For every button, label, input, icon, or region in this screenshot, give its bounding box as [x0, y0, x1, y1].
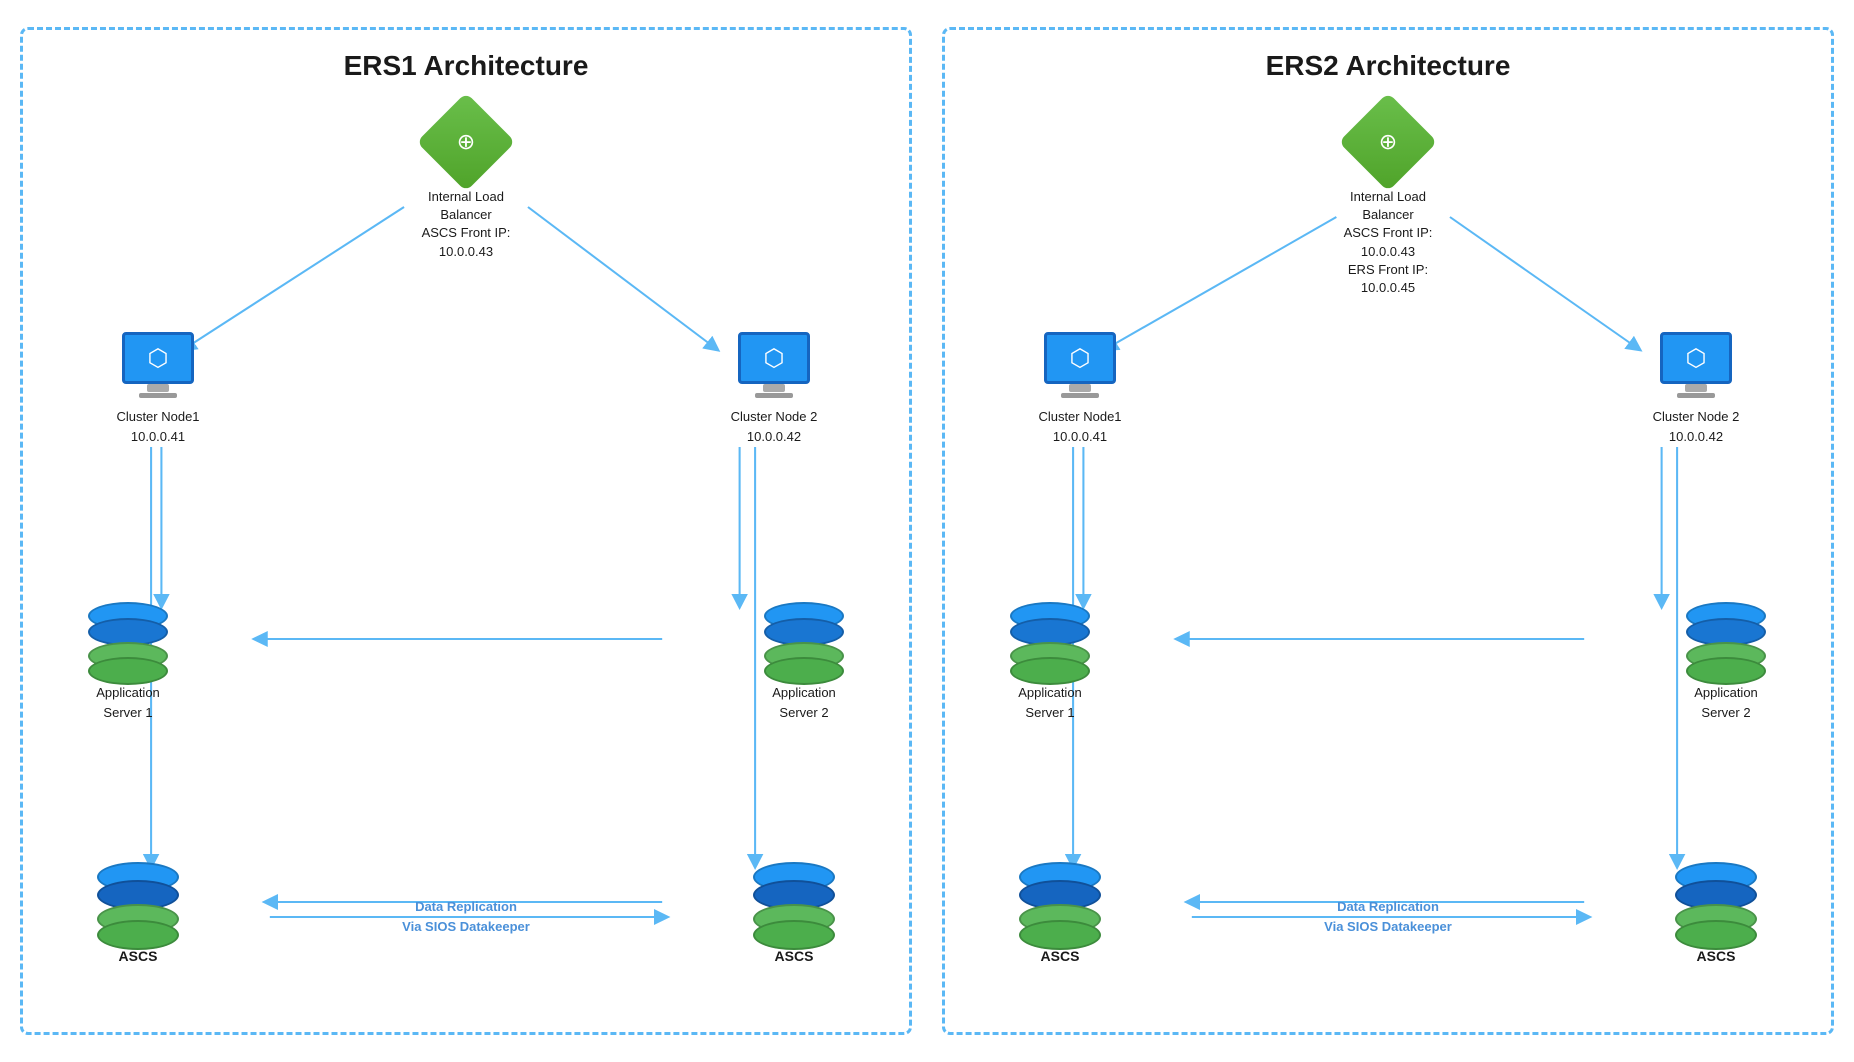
ers1-cluster-node2: ⬡ Cluster Node 2 10.0.0.42: [709, 332, 839, 446]
ers2-app-server1: ApplicationServer 1: [985, 602, 1115, 722]
ers2-box: ERS2 Architecture: [942, 27, 1834, 1035]
ers2-app1-icon: [1005, 602, 1095, 677]
ers2-node1-icon: ⬡: [1040, 332, 1120, 402]
ers1-cluster-node1: ⬡ Cluster Node1 10.0.0.41: [93, 332, 223, 446]
ers2-ascs2-icon: [1671, 862, 1761, 942]
page-wrapper: ERS1 Architecture: [20, 27, 1834, 1035]
ers1-ascs1-icon: [93, 862, 183, 942]
ers1-app-server1: ApplicationServer 1: [63, 602, 193, 722]
ers2-ascs1-icon: [1015, 862, 1105, 942]
ers2-data-rep-label: Data ReplicationVia SIOS Datakeeper: [1318, 897, 1458, 936]
ers2-node1-label: Cluster Node1 10.0.0.41: [1038, 407, 1121, 446]
ers1-diagram: ⊕ Internal LoadBalancerASCS Front IP:10.…: [53, 102, 879, 1002]
ers2-app-server2: ApplicationServer 2: [1661, 602, 1791, 722]
ers1-ascs1-label: ASCS: [119, 948, 158, 964]
ers1-data-rep-label: Data ReplicationVia SIOS Datakeeper: [396, 897, 536, 936]
ers1-app2-label: ApplicationServer 2: [772, 683, 836, 722]
ers2-node2-label: Cluster Node 2 10.0.0.42: [1653, 407, 1740, 446]
ers1-ascs2-label: ASCS: [775, 948, 814, 964]
ers2-app1-label: ApplicationServer 1: [1018, 683, 1082, 722]
ers1-lb-label: Internal LoadBalancerASCS Front IP:10.0.…: [422, 188, 511, 261]
ers1-ascs2-icon: [749, 862, 839, 942]
ers2-lb: ⊕ Internal LoadBalancerASCS Front IP:10.…: [1308, 102, 1468, 297]
ers2-app2-label: ApplicationServer 2: [1694, 683, 1758, 722]
ers2-ascs1: ASCS: [995, 862, 1125, 964]
ers2-title: ERS2 Architecture: [975, 50, 1801, 82]
ers1-node1-label: Cluster Node1 10.0.0.41: [116, 407, 199, 446]
ers1-app1-icon: [83, 602, 173, 677]
ers1-node1-icon: ⬡: [118, 332, 198, 402]
ers1-lb: ⊕ Internal LoadBalancerASCS Front IP:10.…: [386, 102, 546, 261]
ers1-lb-icon: ⊕: [426, 102, 506, 182]
ers1-app2-icon: [759, 602, 849, 677]
ers1-node2-icon: ⬡: [734, 332, 814, 402]
ers2-node2-icon: ⬡: [1656, 332, 1736, 402]
ers2-ascs2-label: ASCS: [1697, 948, 1736, 964]
ers2-lb-icon: ⊕: [1348, 102, 1428, 182]
ers1-app1-label: ApplicationServer 1: [96, 683, 160, 722]
ers1-title: ERS1 Architecture: [53, 50, 879, 82]
ers2-cluster-node1: ⬡ Cluster Node1 10.0.0.41: [1015, 332, 1145, 446]
ers2-diagram: ⊕ Internal LoadBalancerASCS Front IP:10.…: [975, 102, 1801, 1002]
ers2-ascs2: ASCS: [1651, 862, 1781, 964]
ers1-node2-label: Cluster Node 2 10.0.0.42: [731, 407, 818, 446]
ers2-ascs1-label: ASCS: [1041, 948, 1080, 964]
ers1-box: ERS1 Architecture: [20, 27, 912, 1035]
ers1-app-server2: ApplicationServer 2: [739, 602, 869, 722]
ers2-cluster-node2: ⬡ Cluster Node 2 10.0.0.42: [1631, 332, 1761, 446]
ers1-ascs2: ASCS: [729, 862, 859, 964]
ers2-lb-label: Internal LoadBalancerASCS Front IP:10.0.…: [1344, 188, 1433, 297]
ers2-app2-icon: [1681, 602, 1771, 677]
ers1-ascs1: ASCS: [73, 862, 203, 964]
